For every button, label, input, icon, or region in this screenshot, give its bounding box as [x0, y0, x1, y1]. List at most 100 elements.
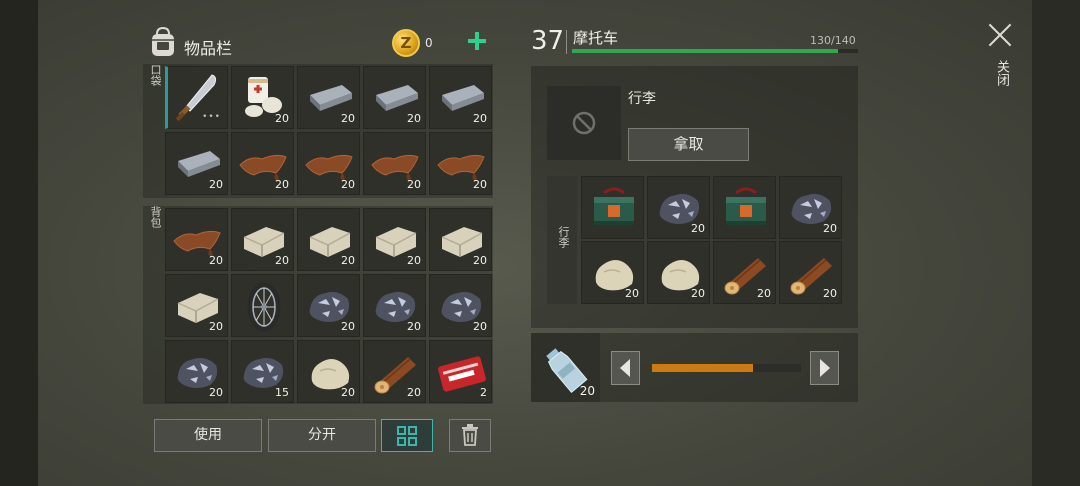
item-quantity: 20	[209, 254, 223, 267]
luggage-slot[interactable]	[713, 176, 776, 239]
item-quantity: 20	[407, 112, 421, 125]
backpack-slot[interactable]: 20	[363, 208, 426, 271]
vehicle-capacity: 130/140	[810, 34, 856, 47]
backpack-slot[interactable]: 20	[165, 208, 228, 271]
arrow-left-icon	[620, 359, 630, 377]
pocket-slot[interactable]: 20	[429, 132, 492, 195]
pocket-slot[interactable]: 20	[231, 132, 294, 195]
backpack-slot[interactable]: 20	[429, 274, 492, 337]
pocket-slot[interactable]: 20	[363, 66, 426, 129]
blocked-icon	[572, 111, 596, 135]
item-quantity: 20	[407, 320, 421, 333]
fuel-qty: 20	[579, 384, 595, 398]
close-icon[interactable]	[987, 22, 1013, 48]
durability-dots: •••	[202, 112, 221, 122]
item-quantity: 20	[407, 386, 421, 399]
item-quantity: 20	[209, 178, 223, 191]
supply-bag-icon	[726, 187, 766, 225]
fuel-decrease-button[interactable]	[611, 351, 640, 385]
item-quantity: 20	[341, 386, 355, 399]
machete-icon	[175, 74, 217, 122]
luggage-slot[interactable]: 20	[779, 176, 842, 239]
backpack-slot[interactable]: 2	[429, 340, 492, 403]
item-quantity: 20	[625, 287, 639, 300]
grid-icon	[397, 426, 417, 446]
pocket-slot[interactable]: 20	[297, 66, 360, 129]
backpack-slot[interactable]: 20	[363, 274, 426, 337]
backpack-slot[interactable]: 20	[165, 274, 228, 337]
pocket-label: 口袋	[149, 64, 162, 86]
vehicle-divider	[566, 30, 567, 54]
item-quantity: 20	[473, 112, 487, 125]
backpack-grid: 20 20 20 20 20 20 20 20 20 20 15 20 20 2	[165, 208, 492, 403]
item-quantity: 20	[275, 254, 289, 267]
pocket-section: 口袋 ••• 20 20 20 20 20 20 20 20 20	[143, 64, 493, 198]
item-quantity: 20	[407, 254, 421, 267]
item-quantity: 20	[691, 222, 705, 235]
luggage-grid: 20 20 20 20 20 20	[581, 176, 842, 304]
item-quantity: 20	[341, 178, 355, 191]
trash-icon	[462, 424, 478, 446]
add-coins-button[interactable]	[466, 30, 488, 52]
pocket-slot[interactable]: 20	[297, 132, 360, 195]
backpack-slot[interactable]: 15	[231, 340, 294, 403]
item-quantity: 20	[275, 112, 289, 125]
vehicle-name: 摩托车	[573, 29, 619, 47]
pocket-slot[interactable]: 20	[363, 132, 426, 195]
split-button[interactable]: 分开	[268, 419, 376, 452]
backpack-label: 背包	[149, 206, 162, 228]
luggage-slot[interactable]: 20	[647, 241, 710, 304]
capacity-bar-fill	[572, 49, 838, 53]
item-quantity: 20	[823, 287, 837, 300]
item-quantity: 20	[275, 178, 289, 191]
backpack-slot[interactable]: 20	[165, 340, 228, 403]
left-edge	[0, 0, 38, 486]
backpack-slot[interactable]	[231, 274, 294, 337]
luggage-slot[interactable]: 20	[581, 241, 644, 304]
sort-button[interactable]	[381, 419, 433, 452]
item-quantity: 2	[480, 386, 487, 399]
backpack-slot[interactable]: 20	[363, 340, 426, 403]
pocket-slot[interactable]: 20	[165, 132, 228, 195]
coin-count: 0	[425, 36, 433, 50]
backpack-section: 背包 20 20 20 20 20 20 20 20 20 20 15 20 20 2	[143, 206, 493, 404]
supply-bag-icon	[594, 187, 634, 225]
coin-icon: Z	[392, 29, 420, 57]
backpack-slot[interactable]: 20	[297, 208, 360, 271]
fuel-increase-button[interactable]	[810, 351, 839, 385]
item-quantity: 20	[341, 112, 355, 125]
fuel-slot[interactable]: 20	[531, 333, 600, 402]
fuel-level-fill	[652, 364, 754, 372]
backpack-icon	[152, 26, 174, 56]
backpack-slot[interactable]: 20	[297, 340, 360, 403]
pocket-grid: ••• 20 20 20 20 20 20 20 20 20	[165, 66, 492, 195]
luggage-slot[interactable]: 20	[713, 241, 776, 304]
item-quantity: 20	[691, 287, 705, 300]
pocket-slot[interactable]: •••	[165, 66, 228, 129]
item-quantity: 20	[407, 178, 421, 191]
item-quantity: 20	[341, 254, 355, 267]
capacity-bar	[572, 49, 858, 53]
item-quantity: 20	[823, 222, 837, 235]
pocket-slot[interactable]: 20	[429, 66, 492, 129]
luggage-slot[interactable]: 20	[647, 176, 710, 239]
fuel-level-bar	[652, 364, 801, 372]
backpack-slot[interactable]: 20	[429, 208, 492, 271]
close-label[interactable]: 关闭	[992, 60, 1011, 86]
pocket-slot[interactable]: 20	[231, 66, 294, 129]
item-quantity: 20	[209, 320, 223, 333]
backpack-slot[interactable]: 20	[231, 208, 294, 271]
item-quantity: 20	[757, 287, 771, 300]
wheel-icon	[247, 282, 281, 332]
arrow-right-icon	[820, 359, 830, 377]
take-button[interactable]: 拿取	[628, 128, 749, 161]
vehicle-level: 37	[531, 26, 565, 56]
use-button[interactable]: 使用	[154, 419, 262, 452]
trash-button[interactable]	[449, 419, 491, 452]
luggage-slot[interactable]	[581, 176, 644, 239]
luggage-panel: 行李 拿取 行李 20 20 20 20 20 20	[531, 66, 858, 328]
right-edge	[1032, 0, 1080, 486]
backpack-slot[interactable]: 20	[297, 274, 360, 337]
luggage-slot[interactable]: 20	[779, 241, 842, 304]
item-quantity: 20	[209, 386, 223, 399]
